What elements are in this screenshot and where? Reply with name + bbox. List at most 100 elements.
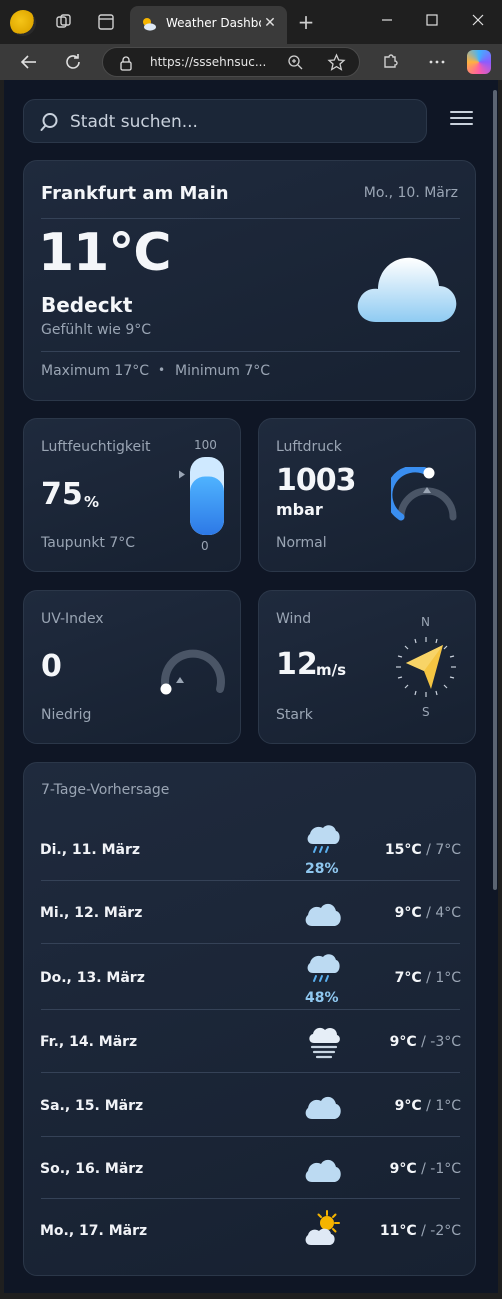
forecast-day: Mi., 12. März [40, 905, 143, 921]
forecast-temp-sep: / [416, 1034, 431, 1050]
wind-unit: m/s [316, 661, 347, 679]
address-bar[interactable]: https://sssehnsuc... [102, 47, 360, 77]
forecast-temp-sep: / [416, 1161, 431, 1177]
humidity-unit: % [84, 493, 100, 511]
sun-cloud-icon [305, 1210, 340, 1245]
reload-icon[interactable] [62, 51, 84, 73]
pressure-gauge [391, 467, 457, 521]
forecast-low: 1°C [435, 1098, 461, 1114]
forecast-day: Fr., 14. März [40, 1034, 138, 1050]
humidity-gauge [179, 457, 224, 535]
forecast-temp-sep: / [421, 1098, 436, 1114]
min-temperature: Minimum 7°C [175, 363, 271, 379]
max-temperature: Maximum 17°C [41, 363, 150, 379]
search-bar[interactable] [23, 99, 427, 143]
forecast-high: 15°C [384, 842, 422, 858]
forecast-high: 7°C [394, 970, 422, 986]
wind-card: Wind 12 m/s Stark N S [258, 590, 476, 744]
humidity-scale-min: 0 [201, 539, 209, 553]
forecast-temp-sep: / [421, 842, 436, 858]
rain-cloud-icon [307, 825, 340, 853]
window-close-icon[interactable] [467, 10, 489, 32]
rain-cloud-icon [307, 954, 340, 982]
browser-tab[interactable]: Weather Dashboard ✕ [130, 6, 287, 44]
divider [41, 218, 460, 219]
pressure-card: Luftdruck 1003 mbar Normal [258, 418, 476, 572]
forecast-low: -3°C [430, 1034, 461, 1050]
pressure-label: Luftdruck [276, 439, 342, 455]
tab-title: Weather Dashboard [166, 16, 261, 30]
humidity-scale-max: 100 [194, 438, 217, 452]
precip-probability: 28% [305, 861, 339, 877]
feels-like: Gefühlt wie 9°C [41, 322, 152, 338]
lock-icon[interactable] [119, 55, 133, 71]
forecast-day: Sa., 15. März [40, 1098, 144, 1114]
forecast-row: Sa., 15. März 9°C / 1°C [24, 1073, 477, 1136]
minimize-icon[interactable] [376, 10, 398, 32]
wind-label: Wind [276, 611, 312, 627]
hamburger-menu-icon[interactable] [450, 109, 474, 129]
page-viewport: Frankfurt am Main Mo., 10. März 11°C Bed… [4, 80, 498, 1293]
profile-logo-icon[interactable] [10, 10, 36, 36]
wind-status: Stark [276, 707, 313, 723]
search-input[interactable] [70, 108, 410, 136]
forecast-low: 1°C [435, 970, 461, 986]
forecast-row: So., 16. März 9°C / -1°C [24, 1137, 477, 1198]
forecast-row: Mi., 12. März 9°C / 4°C [24, 881, 477, 943]
current-weather-card: Frankfurt am Main Mo., 10. März 11°C Bed… [23, 160, 476, 401]
tab-close-icon[interactable]: ✕ [261, 14, 279, 32]
uv-gauge [160, 649, 225, 695]
fog-icon [309, 1027, 340, 1059]
pressure-status: Normal [276, 535, 327, 551]
forecast-high: 9°C [394, 1098, 422, 1114]
uv-index-card: UV-Index 0 Niedrig [23, 590, 241, 744]
forecast-high: 9°C [389, 1161, 417, 1177]
current-condition: Bedeckt [41, 293, 133, 317]
cloud-icon [305, 1159, 341, 1182]
uv-value: 0 [41, 649, 62, 684]
favorite-star-icon[interactable] [327, 53, 346, 72]
tab-actions-icon[interactable] [95, 12, 117, 34]
current-temperature: 11°C [38, 223, 172, 283]
wind-value: 12 [276, 647, 318, 682]
forecast-day: So., 16. März [40, 1161, 144, 1177]
forecast-day: Di., 11. März [40, 842, 141, 858]
forecast-row: Mo., 17. März 11°C / -2°C [24, 1199, 477, 1265]
precip-probability: 48% [305, 990, 339, 1006]
zoom-icon[interactable] [287, 54, 304, 71]
pressure-unit: mbar [276, 500, 323, 519]
copilot-icon[interactable] [467, 50, 491, 74]
forecast-low: 7°C [435, 842, 461, 858]
humidity-card: Luftfeuchtigkeit 75 % Taupunkt 7°C 100 0 [23, 418, 241, 572]
maximize-icon[interactable] [421, 10, 443, 32]
more-menu-icon[interactable] [426, 51, 448, 73]
search-icon [40, 113, 58, 131]
forecast-temp-sep: / [421, 905, 436, 921]
forecast-high: 11°C [379, 1223, 417, 1239]
forecast-high: 9°C [394, 905, 422, 921]
url-text: https://sssehnsuc... [150, 55, 267, 69]
back-arrow-icon[interactable] [18, 51, 40, 73]
forecast-low: 4°C [435, 905, 461, 921]
forecast-title: 7-Tage-Vorhersage [41, 782, 170, 798]
city-name: Frankfurt am Main [41, 183, 229, 204]
new-tab-button[interactable]: + [295, 11, 317, 33]
cloud-icon [305, 903, 341, 926]
dew-point: Taupunkt 7°C [41, 535, 136, 551]
uv-status: Niedrig [41, 707, 92, 723]
forecast-temp-sep: / [421, 970, 436, 986]
browser-nav-bar: https://sssehnsuc... [0, 44, 502, 80]
pressure-value: 1003 [276, 463, 356, 498]
cloud-icon [305, 1096, 341, 1119]
humidity-value: 75 [41, 477, 83, 512]
forecast-row: Di., 11. März 28% 15°C / 7°C [24, 815, 477, 879]
extensions-icon[interactable] [379, 51, 401, 73]
compass-north: N [421, 615, 430, 629]
current-date: Mo., 10. März [363, 185, 458, 201]
forecast-row: Fr., 14. März 9°C / -3°C [24, 1010, 477, 1072]
wind-compass [396, 637, 456, 697]
page-scrollbar[interactable] [493, 90, 497, 890]
forecast-card: 7-Tage-Vorhersage Di., 11. März 28% 15°C… [23, 762, 476, 1276]
forecast-day: Do., 13. März [40, 970, 145, 986]
workspaces-icon[interactable] [53, 12, 75, 34]
